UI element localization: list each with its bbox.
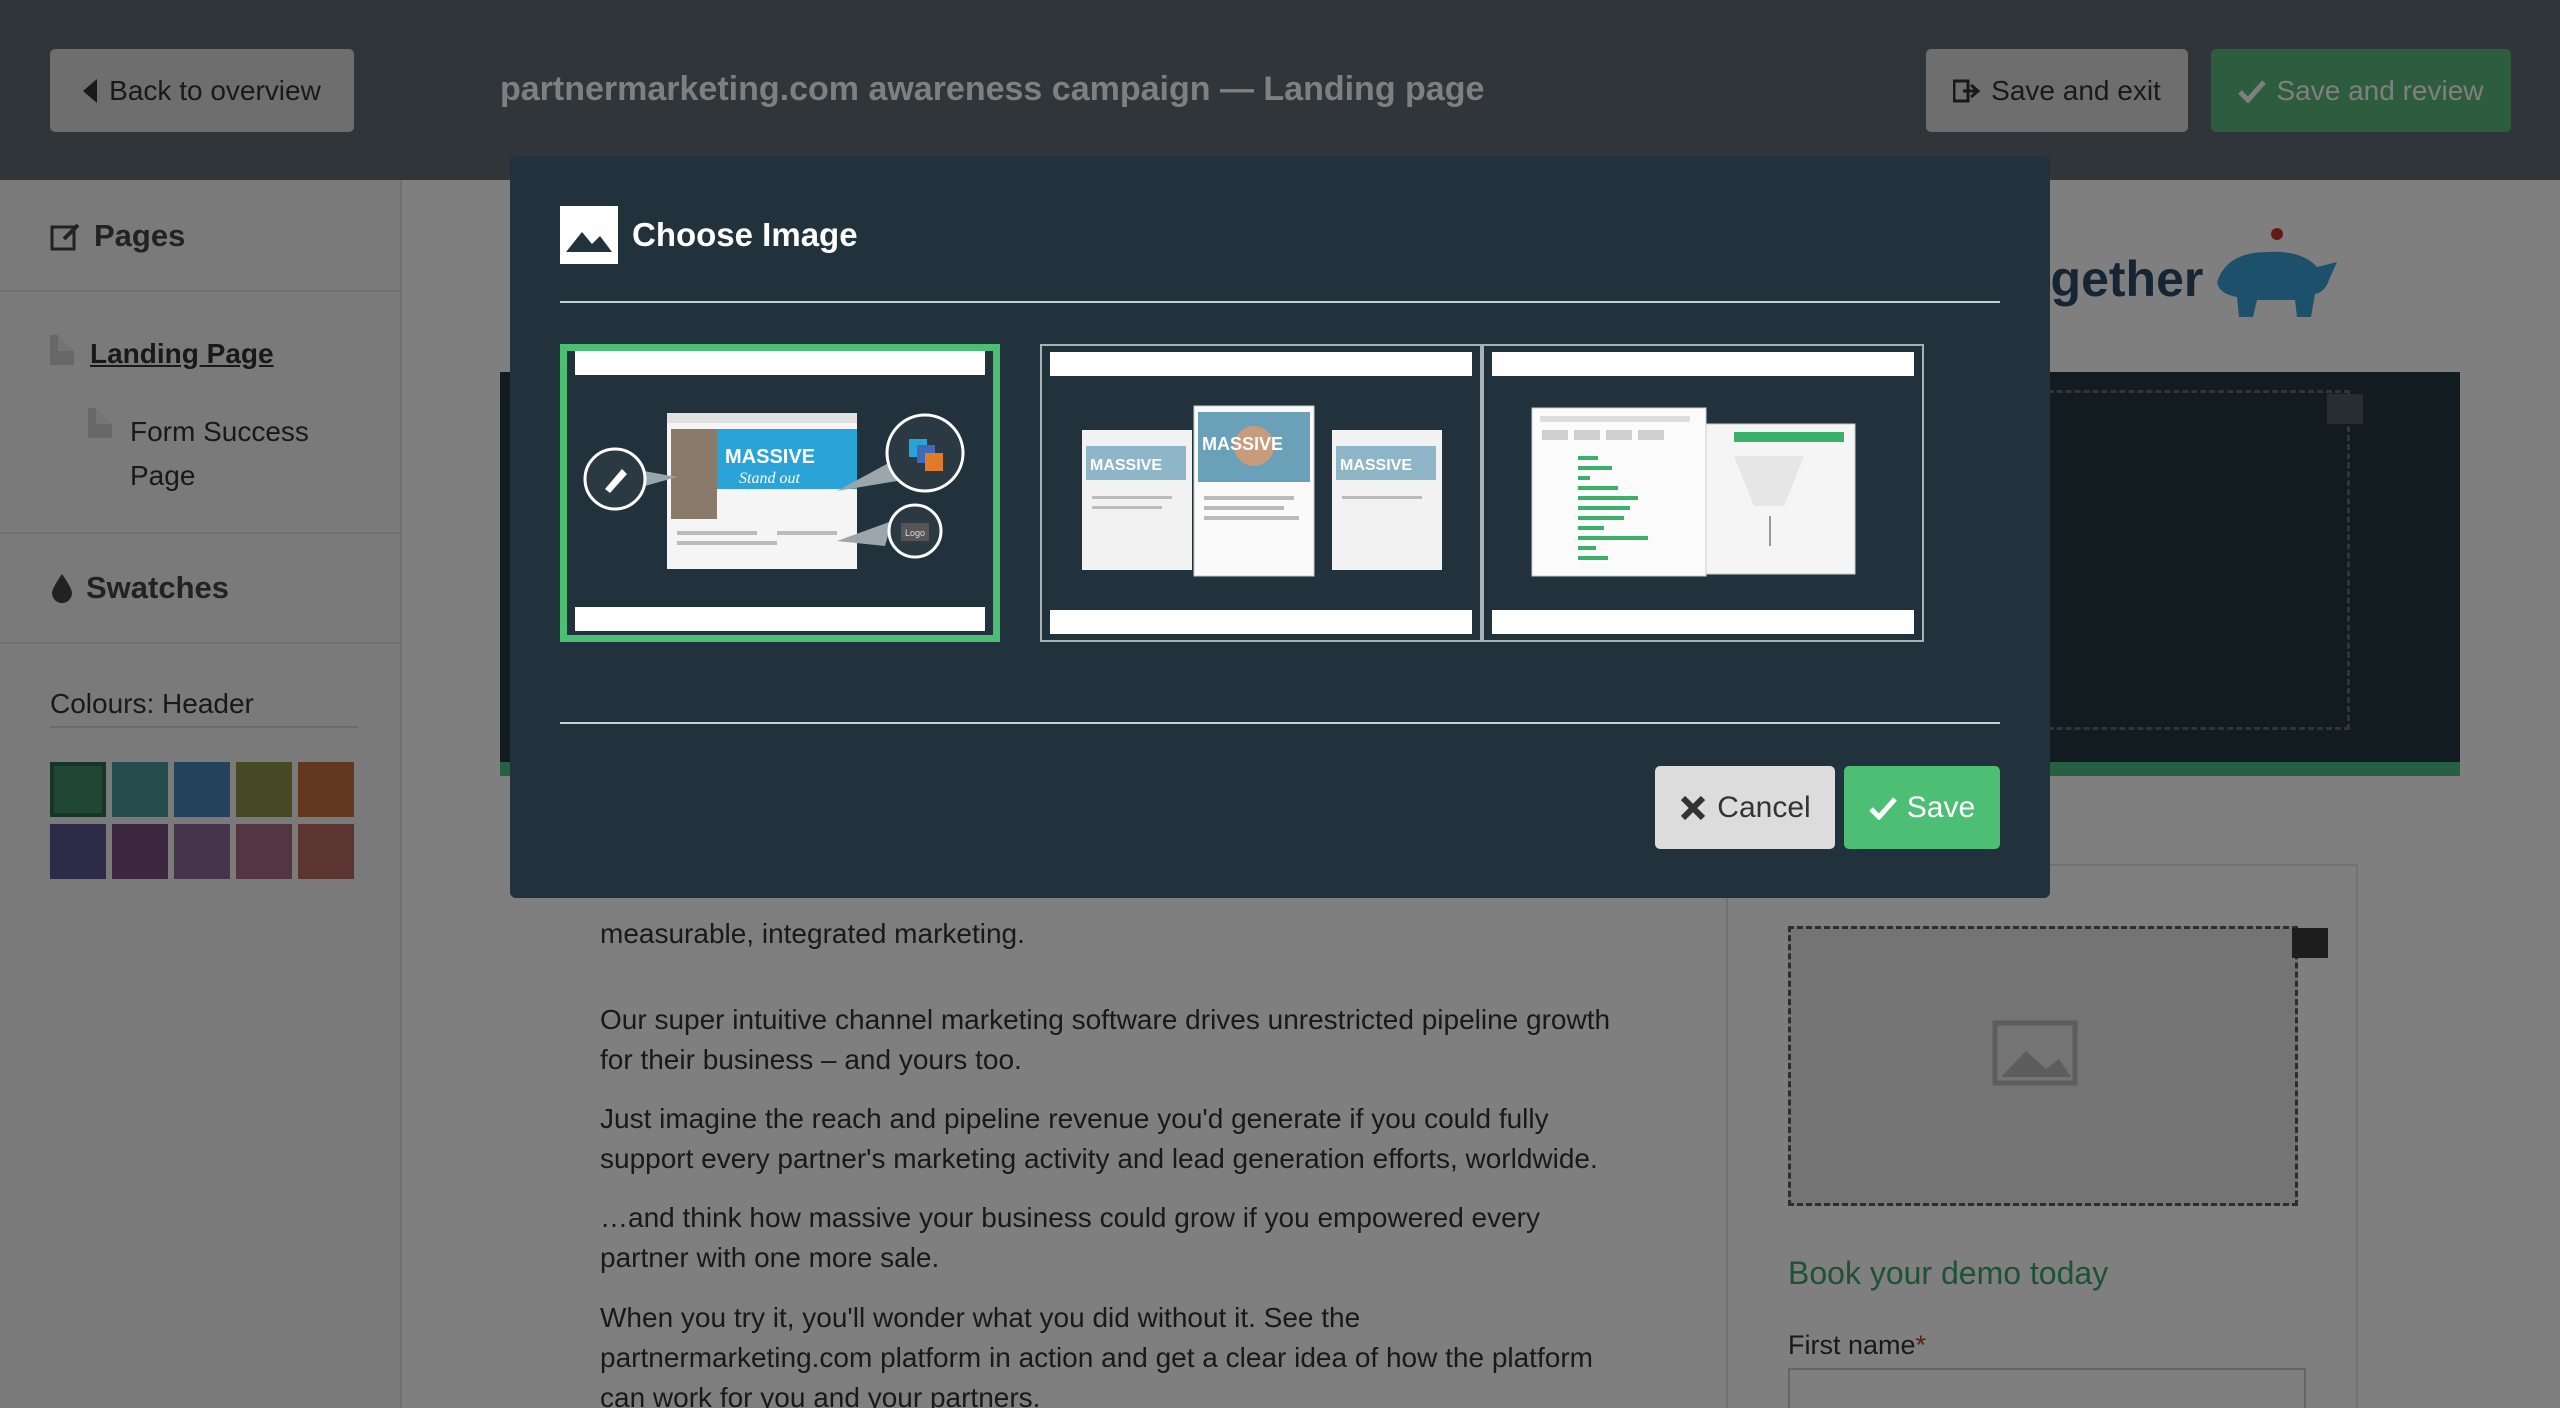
image-icon [560,206,618,264]
thumb2-massive-left: MASSIVE [1090,457,1162,474]
close-icon [1681,795,1706,820]
cancel-button[interactable]: Cancel [1655,766,1835,849]
thumb-band [1050,352,1472,376]
thumb-band [1050,610,1472,634]
thumbnail-preview: MASSIVE MASSIVE MASSIVE [1082,405,1442,577]
image-option-3[interactable] [1482,344,1924,642]
thumbnail-preview: MASSIVE Stand out Logo [583,413,965,569]
thumb2-massive-right: MASSIVE [1340,457,1412,474]
image-option-1[interactable]: MASSIVE Stand out Logo [560,344,1000,642]
modal-title-text: Choose Image [632,216,858,253]
modal-title: Choose Image [560,206,858,264]
choose-image-modal: Choose Image MASSIVE Stand out Logo MASS… [510,156,2050,898]
modal-divider-top [560,301,2000,303]
thumb-band [575,351,985,375]
thumb-massive-text: MASSIVE [725,446,815,468]
thumb-logo-text: Logo [905,528,925,538]
thumb-band [1492,610,1914,634]
checkmark-icon [1869,796,1897,820]
save-label: Save [1906,790,1976,824]
cancel-label: Cancel [1717,790,1811,824]
thumb-standout-text: Stand out [739,470,800,487]
thumb-band [1492,352,1914,376]
image-option-2[interactable]: MASSIVE MASSIVE MASSIVE [1040,344,1482,642]
thumbnail-preview [1531,407,1856,577]
modal-divider-bottom [560,722,2000,724]
save-button[interactable]: Save [1844,766,2000,849]
thumb2-massive-center: MASSIVE [1202,434,1283,454]
